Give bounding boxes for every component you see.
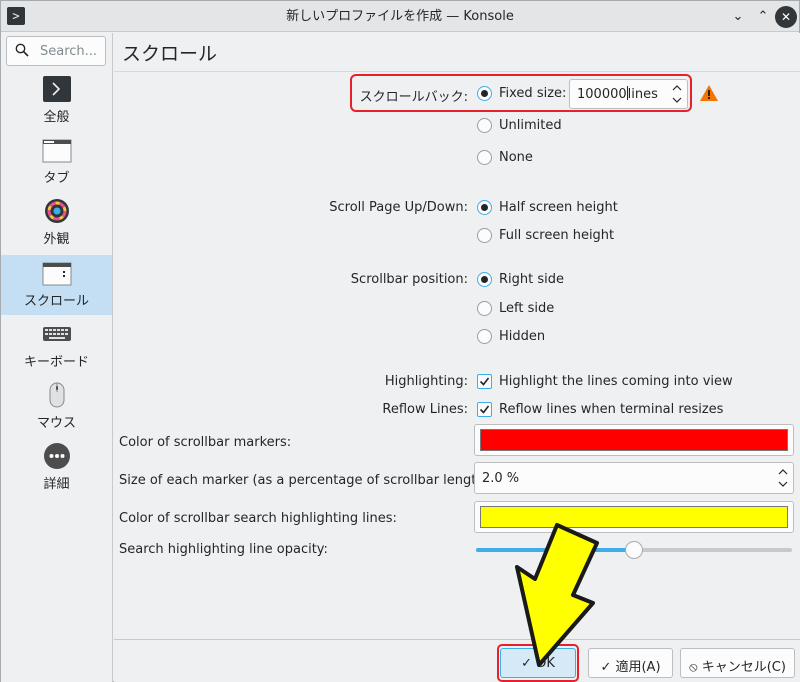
search-color-button[interactable] bbox=[474, 501, 794, 533]
marker-color-label: Color of scrollbar markers: bbox=[119, 435, 292, 450]
close-button[interactable]: ✕ bbox=[775, 6, 797, 28]
dialog-button-bar: ✓ OK ✓ 適用(A) ⦸ キャンセル(C) bbox=[114, 639, 800, 682]
checkmark-icon bbox=[479, 377, 490, 386]
scrollback-none-label: None bbox=[499, 150, 533, 165]
position-hidden-label: Hidden bbox=[499, 329, 546, 344]
cancel-button[interactable]: ⦸ キャンセル(C) bbox=[680, 648, 795, 678]
sidebar-item-label: 全般 bbox=[43, 110, 70, 125]
sidebar-item-label: スクロール bbox=[23, 294, 89, 309]
color-wheel-icon bbox=[45, 199, 69, 223]
window-title: 新しいプロファイルを作成 — Konsole bbox=[286, 9, 514, 24]
scrollback-unlimited-radio[interactable] bbox=[477, 118, 492, 133]
opacity-label: Search highlighting line opacity: bbox=[119, 542, 328, 557]
scrollback-unlimited-label: Unlimited bbox=[499, 118, 562, 133]
highlighting-checkbox[interactable] bbox=[477, 374, 492, 389]
dialog-window: > 新しいプロファイルを作成 — Konsole ⌄ ⌃ ✕ Search...… bbox=[0, 0, 800, 682]
scroll-full-label: Full screen height bbox=[499, 228, 615, 243]
marker-size-label: Size of each marker (as a percentage of … bbox=[119, 473, 495, 488]
reflow-label: Reflow Lines: bbox=[382, 402, 468, 417]
check-icon: ✓ bbox=[521, 656, 537, 671]
search-color-swatch bbox=[480, 506, 788, 528]
position-hidden-radio[interactable] bbox=[477, 329, 492, 344]
sidebar-item-keyboard[interactable]: キーボード bbox=[1, 316, 112, 376]
sidebar-item-scrolling[interactable]: スクロール bbox=[1, 255, 112, 315]
sidebar-item-mouse[interactable]: マウス bbox=[1, 377, 112, 437]
ok-button[interactable]: ✓ OK bbox=[500, 648, 576, 678]
scrollbar-position-label: Scrollbar position: bbox=[350, 272, 468, 287]
scrollback-none-radio[interactable] bbox=[477, 150, 492, 165]
sidebar-item-appearance[interactable]: 外観 bbox=[1, 193, 112, 253]
marker-color-swatch bbox=[480, 429, 788, 451]
scrollback-fixed-label: Fixed size: bbox=[499, 86, 567, 101]
mouse-icon bbox=[49, 382, 65, 408]
marker-color-button[interactable] bbox=[474, 424, 794, 456]
search-color-label: Color of scrollbar search highlighting l… bbox=[119, 511, 397, 526]
checkmark-icon bbox=[479, 405, 490, 414]
marker-size-value: 2.0 % bbox=[482, 471, 520, 486]
scroll-full-radio[interactable] bbox=[477, 228, 492, 243]
sidebar-item-advanced[interactable]: 詳細 bbox=[1, 438, 112, 498]
sidebar-item-label: キーボード bbox=[23, 355, 89, 370]
sidebar-item-label: タブ bbox=[43, 171, 70, 186]
more-icon bbox=[44, 443, 70, 469]
keyboard-icon bbox=[43, 327, 71, 341]
scroll-half-radio[interactable] bbox=[477, 200, 492, 215]
check-icon: ✓ bbox=[600, 660, 616, 675]
settings-panel: スクロール スクロールバック: Fixed size: 100000lines … bbox=[114, 33, 800, 682]
search-input[interactable]: Search... bbox=[6, 36, 106, 66]
spin-arrows-icon[interactable] bbox=[671, 82, 683, 106]
search-icon bbox=[15, 43, 29, 57]
position-right-radio[interactable] bbox=[477, 272, 492, 287]
terminal-icon bbox=[43, 76, 71, 102]
sidebar-item-tabs[interactable]: タブ bbox=[1, 132, 112, 192]
spin-arrows-icon[interactable] bbox=[777, 466, 789, 490]
reflow-checkbox[interactable] bbox=[477, 402, 492, 417]
opacity-slider-handle[interactable] bbox=[625, 541, 643, 559]
tabs-icon bbox=[42, 139, 72, 163]
position-right-label: Right side bbox=[499, 272, 564, 287]
scroll-half-label: Half screen height bbox=[499, 200, 618, 215]
position-left-radio[interactable] bbox=[477, 301, 492, 316]
opacity-slider-fill bbox=[476, 548, 634, 552]
scrollback-label: スクロールバック: bbox=[359, 90, 468, 105]
title-bar: > 新しいプロファイルを作成 — Konsole ⌄ ⌃ ✕ bbox=[1, 1, 799, 32]
apply-button[interactable]: ✓ 適用(A) bbox=[588, 648, 673, 678]
scrollback-size-value: 100000lines bbox=[577, 86, 658, 102]
scrollback-fixed-radio[interactable] bbox=[477, 86, 492, 101]
warning-icon bbox=[700, 85, 718, 101]
position-left-label: Left side bbox=[499, 301, 555, 316]
highlighting-checkbox-label: Highlight the lines coming into view bbox=[499, 374, 733, 389]
sidebar-item-label: マウス bbox=[36, 416, 76, 431]
sidebar-item-label: 詳細 bbox=[43, 477, 70, 492]
maximize-button[interactable]: ⌃ bbox=[752, 6, 774, 28]
page-title: スクロール bbox=[122, 43, 218, 65]
scrolling-form: スクロールバック: Fixed size: 100000lines Unlimi… bbox=[114, 71, 800, 639]
cancel-icon: ⦸ bbox=[689, 660, 702, 675]
sidebar: Search... 全般 タブ 外観 スクロール キーボード マウス 詳細 bbox=[1, 33, 113, 682]
scroll-page-label: Scroll Page Up/Down: bbox=[329, 200, 468, 215]
scrollbar-window-icon bbox=[42, 262, 72, 286]
sidebar-item-label: 外観 bbox=[43, 232, 70, 247]
highlighting-label: Highlighting: bbox=[384, 374, 468, 389]
scrollback-size-spinbox[interactable]: 100000lines bbox=[569, 79, 688, 109]
minimize-button[interactable]: ⌄ bbox=[727, 6, 749, 28]
search-placeholder: Search... bbox=[40, 44, 98, 59]
sidebar-item-general[interactable]: 全般 bbox=[1, 71, 112, 131]
reflow-checkbox-label: Reflow lines when terminal resizes bbox=[499, 402, 724, 417]
marker-size-spinbox[interactable]: 2.0 % bbox=[474, 462, 794, 494]
